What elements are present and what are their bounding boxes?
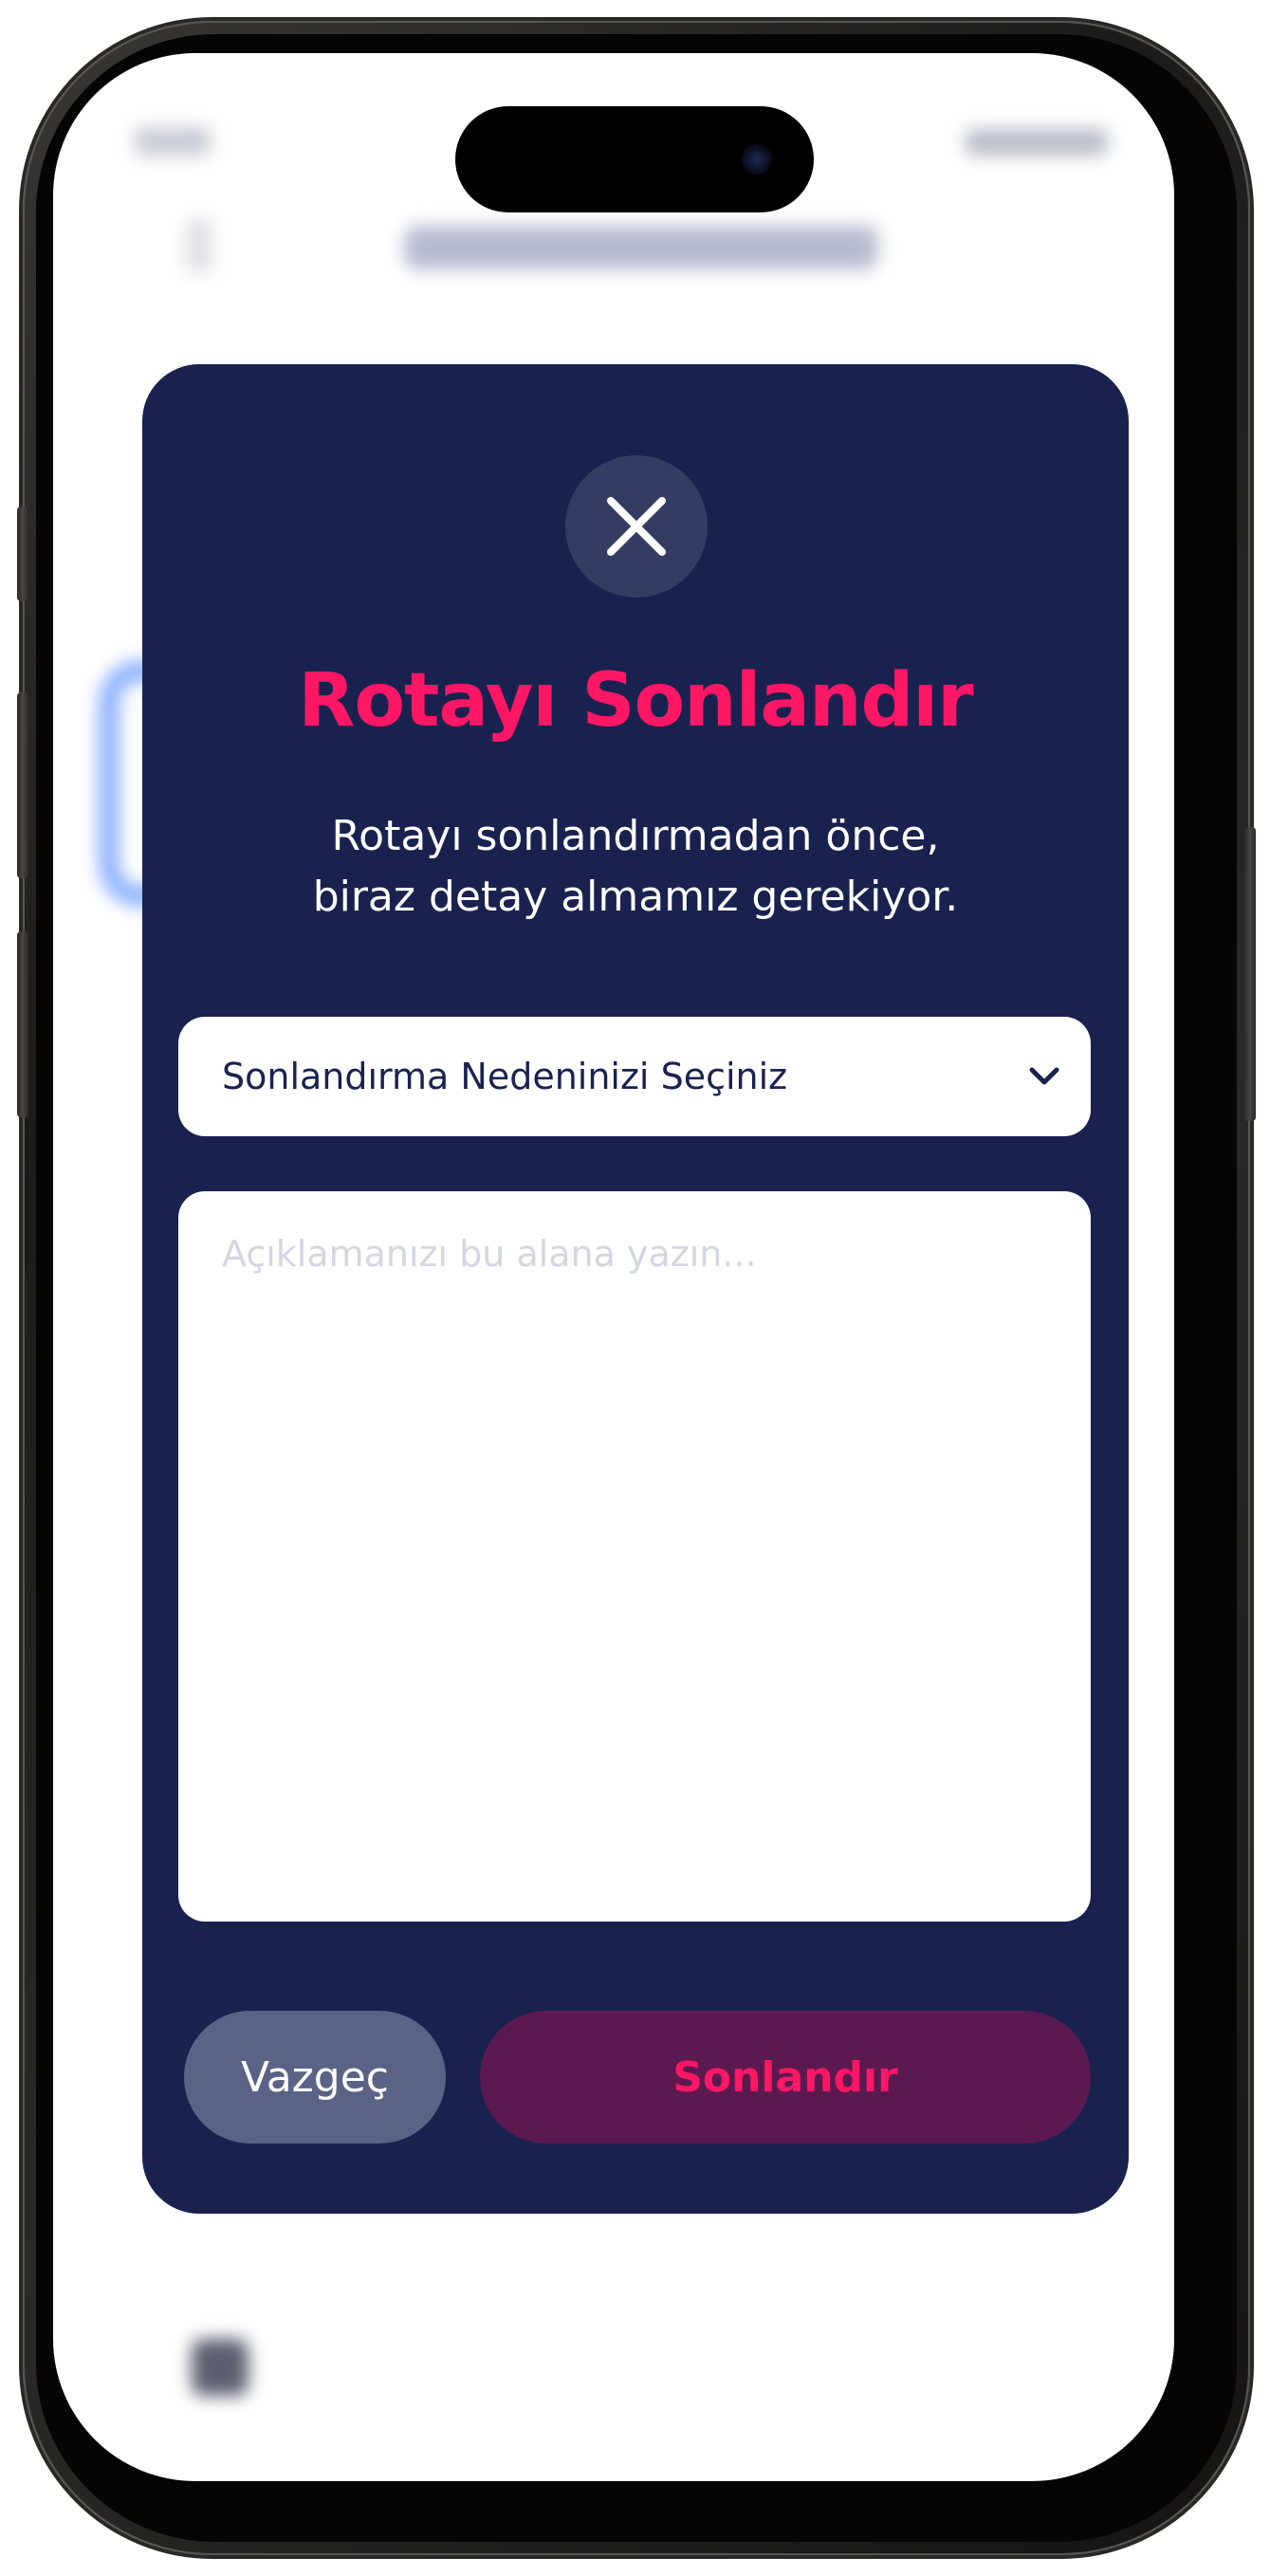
modal-description-line-1: Rotayı sonlandırmadan önce, xyxy=(331,812,940,860)
termination-reason-label: Sonlandırma Nedeninizi Seçiniz xyxy=(222,1056,788,1097)
status-bar-indicators xyxy=(966,129,1108,156)
dynamic-island xyxy=(455,106,814,212)
power-button xyxy=(1244,827,1256,1121)
modal-title: Rotayı Sonlandır xyxy=(298,658,973,744)
volume-up-button xyxy=(17,692,28,878)
chevron-down-icon xyxy=(1029,1067,1059,1085)
cancel-button[interactable]: Vazgeç xyxy=(184,2011,446,2144)
description-textarea[interactable] xyxy=(178,1191,1091,1922)
front-camera xyxy=(742,144,772,175)
termination-reason-select[interactable]: Sonlandırma Nedeninizi Seçiniz xyxy=(178,1017,1091,1136)
home-icon xyxy=(192,2339,248,2396)
close-icon xyxy=(607,497,666,556)
status-bar-time xyxy=(135,127,211,156)
volume-down-button xyxy=(17,931,28,1117)
close-button[interactable] xyxy=(565,455,708,598)
background-page-title xyxy=(404,226,878,269)
back-button xyxy=(186,219,212,272)
action-button xyxy=(17,506,28,601)
end-route-modal: Rotayı Sonlandır Rotayı sonlandırmadan ö… xyxy=(142,364,1129,2214)
modal-description: Rotayı sonlandırmadan önce, biraz detay … xyxy=(199,806,1072,928)
phone-screen: Rotayı Sonlandır Rotayı sonlandırmadan ö… xyxy=(53,53,1174,2481)
modal-description-line-2: biraz detay almamız gerekiyor. xyxy=(312,873,959,921)
end-route-button[interactable]: Sonlandır xyxy=(480,2011,1091,2144)
